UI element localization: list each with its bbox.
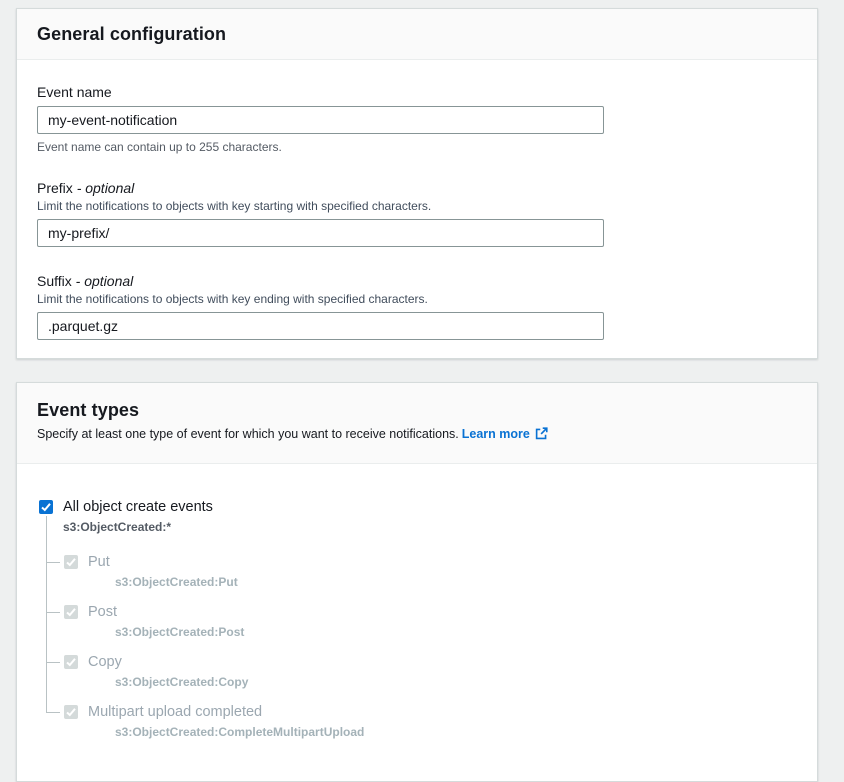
prefix-description: Limit the notifications to objects with … (37, 199, 797, 213)
prefix-label: Prefix - optional (37, 180, 797, 196)
general-configuration-panel: General configuration Event name Event n… (16, 8, 818, 359)
event-name-label: Event name (37, 84, 797, 100)
multipart-upload-completed-label: Multipart upload completed (88, 704, 262, 721)
put-code: s3:ObjectCreated:Put (115, 575, 797, 589)
put-checkbox (64, 555, 78, 569)
copy-label: Copy (88, 654, 122, 671)
event-type-post: Post s3:ObjectCreated:Post (37, 604, 797, 639)
event-types-panel: Event types Specify at least one type of… (16, 382, 818, 782)
event-types-header: Event types Specify at least one type of… (17, 383, 817, 464)
all-object-create-events-label: All object create events (63, 499, 213, 516)
event-type-multipart-upload-completed: Multipart upload completed s3:ObjectCrea… (37, 704, 797, 739)
put-label: Put (88, 554, 110, 571)
event-name-input[interactable] (37, 106, 604, 134)
copy-code: s3:ObjectCreated:Copy (115, 675, 797, 689)
event-type-children: Put s3:ObjectCreated:Put Post s3:ObjectC… (37, 554, 797, 739)
general-configuration-body: Event name Event name can contain up to … (17, 60, 817, 358)
suffix-input[interactable] (37, 312, 604, 340)
multipart-upload-completed-code: s3:ObjectCreated:CompleteMultipartUpload (115, 725, 797, 739)
general-configuration-header: General configuration (17, 9, 817, 60)
multipart-upload-completed-checkbox (64, 705, 78, 719)
event-type-all-object-create: All object create events s3:ObjectCreate… (37, 499, 797, 534)
external-link-icon (535, 427, 548, 440)
event-types-description: Specify at least one type of event for w… (37, 427, 797, 441)
suffix-optional-tag: - optional (76, 273, 134, 289)
suffix-label: Suffix - optional (37, 273, 797, 289)
prefix-input[interactable] (37, 219, 604, 247)
panel-title-general-configuration: General configuration (37, 24, 797, 45)
panel-title-event-types: Event types (37, 400, 797, 421)
event-types-body: All object create events s3:ObjectCreate… (17, 464, 817, 759)
post-code: s3:ObjectCreated:Post (115, 625, 797, 639)
event-name-constraint: Event name can contain up to 255 charact… (37, 140, 797, 154)
post-label: Post (88, 604, 117, 621)
all-object-create-events-checkbox[interactable] (39, 500, 53, 514)
copy-checkbox (64, 655, 78, 669)
suffix-field: Suffix - optional Limit the notification… (37, 273, 797, 340)
event-types-tree: All object create events s3:ObjectCreate… (37, 499, 797, 739)
all-object-create-events-code: s3:ObjectCreated:* (63, 520, 797, 534)
prefix-optional-tag: - optional (77, 180, 135, 196)
post-checkbox (64, 605, 78, 619)
suffix-description: Limit the notifications to objects with … (37, 292, 797, 306)
event-type-put: Put s3:ObjectCreated:Put (37, 554, 797, 589)
learn-more-link[interactable]: Learn more (462, 427, 530, 441)
event-name-field: Event name Event name can contain up to … (37, 84, 797, 154)
prefix-field: Prefix - optional Limit the notification… (37, 180, 797, 247)
event-type-copy: Copy s3:ObjectCreated:Copy (37, 654, 797, 689)
